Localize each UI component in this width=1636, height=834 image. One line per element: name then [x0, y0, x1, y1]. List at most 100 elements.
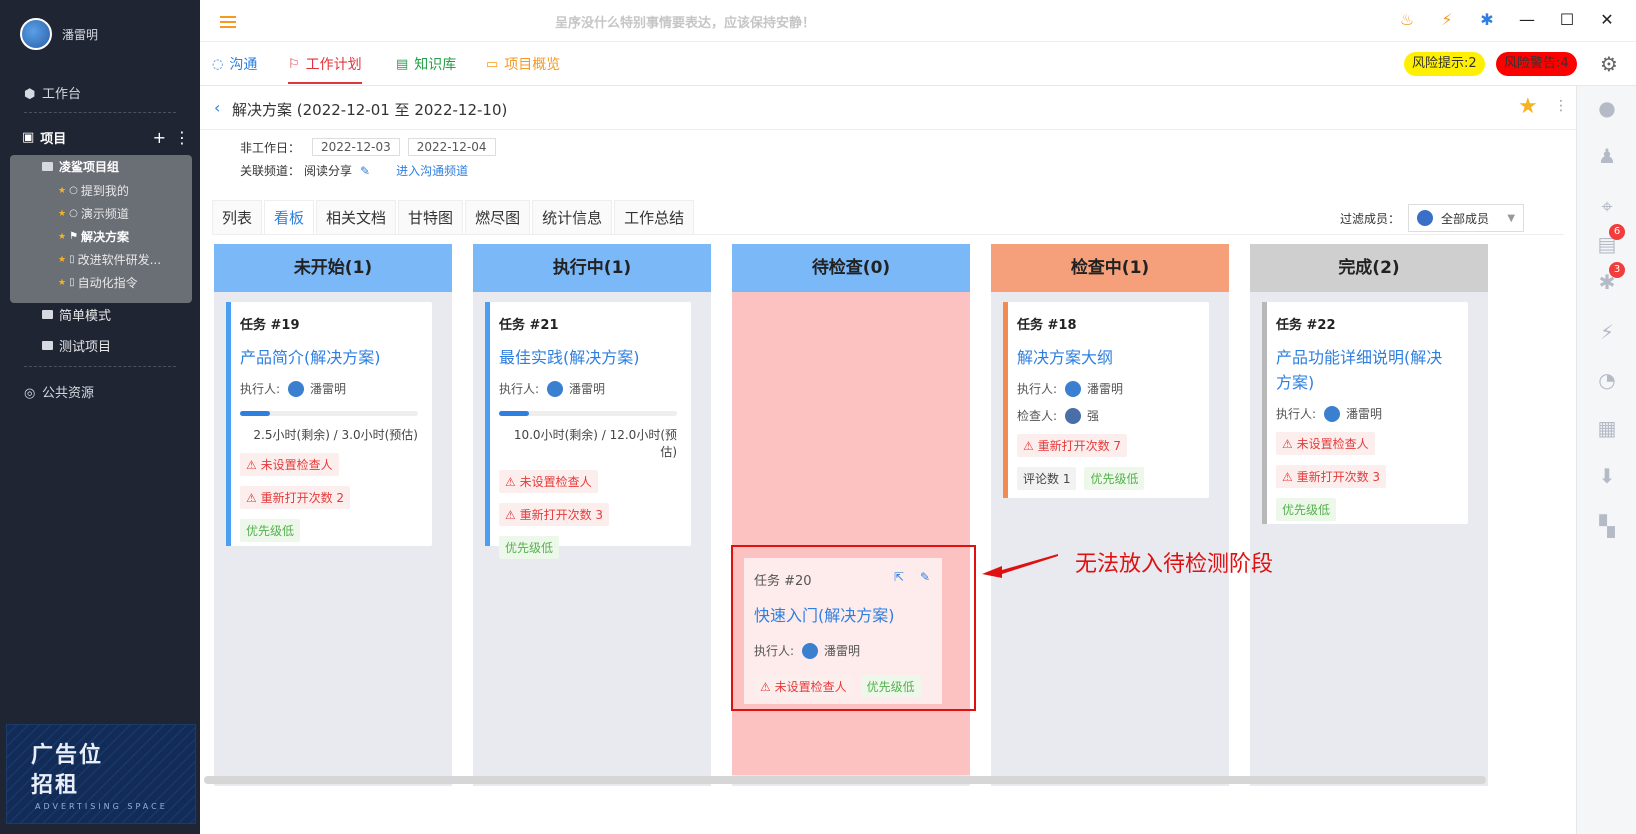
- tab-summary[interactable]: 工作总结: [614, 200, 695, 234]
- executor-name: 潘雷明: [1346, 407, 1383, 421]
- task-title[interactable]: 产品功能详细说明(解决方案): [1276, 345, 1454, 395]
- risk-tip-badge[interactable]: 风险提示:2: [1404, 52, 1485, 76]
- executor-row: 执行人: 潘雷明: [240, 380, 418, 397]
- task-id: 任务 #19: [240, 318, 300, 333]
- notification-badge: 6: [1609, 224, 1625, 240]
- warning-tag: ⚠ 重新打开次数 3: [1276, 465, 1387, 488]
- priority-tag: 优先级低: [499, 536, 560, 559]
- projects-header: ▣ 项目 + ⋮: [22, 128, 190, 147]
- executor-label: 执行人:: [499, 382, 540, 396]
- ad-banner[interactable]: 广告位 招租 ADVERTISING SPACE: [6, 724, 196, 824]
- warning-tag: ⚠ 未设置检查人: [1276, 432, 1375, 455]
- tab-label: 项目概览: [504, 57, 561, 73]
- minimize-icon[interactable]: —: [1518, 10, 1536, 29]
- more-icon[interactable]: ⋮: [1554, 98, 1568, 114]
- warning-tag: ⚠ 未设置检查人: [240, 453, 339, 476]
- checker-label: 检查人:: [1017, 409, 1058, 423]
- channel-link[interactable]: 进入沟通频道: [396, 162, 468, 179]
- user-name: 潘雷明: [62, 27, 99, 42]
- project-group-title[interactable]: 凌鲨项目组: [42, 158, 119, 175]
- page-header: ‹ 解决方案 (2022-12-01 至 2022-12-10) ★ ⋮: [200, 86, 1576, 130]
- bug-icon[interactable]: ✱: [1478, 10, 1496, 29]
- sidebar-item-test-project[interactable]: 测试项目: [42, 336, 111, 355]
- task-title[interactable]: 产品简介(解决方案): [240, 345, 418, 370]
- back-icon[interactable]: ‹: [214, 98, 220, 117]
- sidebar-item-public[interactable]: ◎ 公共资源: [24, 382, 94, 402]
- star-icon: ★: [58, 254, 67, 265]
- plug-icon[interactable]: ⚡: [1438, 10, 1456, 29]
- task-card[interactable]: 任务 #19 产品简介(解决方案) 执行人: 潘雷明 2.5小时(剩余) / 3…: [226, 302, 432, 546]
- hours-text: 2.5小时(剩余) / 3.0小时(预估): [253, 428, 418, 442]
- tab-chat[interactable]: ◌ 沟通: [212, 54, 257, 74]
- horizontal-scrollbar[interactable]: [204, 776, 1486, 784]
- apps-icon[interactable]: ▚: [1595, 514, 1619, 538]
- task-card[interactable]: 任务 #21 最佳实践(解决方案) 执行人: 潘雷明 10.0小时(剩余) / …: [485, 302, 691, 559]
- calendar-doc-icon[interactable]: ▦: [1595, 416, 1619, 440]
- checker-name: 强: [1087, 409, 1100, 423]
- doc-icon: ▯: [69, 254, 75, 265]
- tab-knowledge[interactable]: ▤ 知识库: [396, 54, 456, 74]
- tab-overview[interactable]: ▭ 项目概览: [486, 54, 560, 74]
- column-header: 完成(2): [1250, 244, 1488, 292]
- user-profile[interactable]: 潘雷明: [20, 18, 98, 50]
- member-filter-select[interactable]: 全部成员 ▼: [1408, 204, 1525, 232]
- tab-burndown[interactable]: 燃尽图: [465, 200, 531, 234]
- task-card[interactable]: 任务 #18 解决方案大纲 执行人: 潘雷明 检查人: 强 ⚠ 重新打开次数 7…: [1003, 302, 1209, 498]
- warning-tag: ⚠ 未设置检查人: [499, 470, 598, 493]
- executor-label: 执行人:: [240, 382, 281, 396]
- sidebar-item-label: 改进软件研发...: [77, 253, 162, 267]
- progress-fill: [240, 411, 271, 416]
- tab-work-plan[interactable]: ⚐ 工作计划: [288, 54, 362, 84]
- warning-tag: ⚠ 重新打开次数 7: [1017, 434, 1128, 457]
- sidebar-item-label: 演示频道: [80, 207, 129, 221]
- sidebar-item-demo-channel[interactable]: ★ ○ 演示频道: [58, 205, 129, 222]
- member-icon[interactable]: ♟: [1595, 144, 1619, 168]
- sidebar-item-label: 解决方案: [81, 230, 130, 244]
- risk-warning-badge[interactable]: 风险警告:4: [1496, 52, 1577, 76]
- tab-docs[interactable]: 相关文档: [316, 200, 397, 234]
- task-id: 任务 #18: [1017, 318, 1077, 333]
- sidebar-item-solution[interactable]: ★ ⚑ 解决方案: [58, 228, 129, 245]
- bulb-icon[interactable]: ♨: [1398, 10, 1416, 29]
- executor-name: 潘雷明: [310, 382, 347, 396]
- avatar[interactable]: [20, 18, 52, 50]
- location-icon[interactable]: ⌖: [1595, 194, 1619, 218]
- plug-icon[interactable]: ⚡: [1595, 320, 1619, 344]
- project-nav: ◌ 沟通 ⚐ 工作计划 ▤ 知识库 ▭ 项目概览 风险提示:2 风险警告:4 ⚙: [200, 42, 1636, 86]
- sidebar-item-mentions[interactable]: ★ ○ 提到我的: [58, 182, 129, 199]
- menu-icon[interactable]: [220, 16, 236, 28]
- executor-label: 执行人:: [1017, 382, 1058, 396]
- more-icon[interactable]: ⋮: [174, 128, 190, 147]
- ad-line3: ADVERTISING SPACE: [35, 802, 168, 811]
- column-header: 执行中(1): [473, 244, 711, 292]
- sidebar-item-automation[interactable]: ★ ▯ 自动化指令: [58, 274, 138, 291]
- chat-icon: ◌: [212, 56, 224, 72]
- task-card[interactable]: 任务 #22 产品功能详细说明(解决方案) 执行人: 潘雷明 ⚠ 未设置检查人 …: [1262, 302, 1468, 524]
- sidebar-item-improve[interactable]: ★ ▯ 改进软件研发...: [58, 251, 161, 268]
- tab-kanban[interactable]: 看板: [264, 200, 315, 234]
- tab-gantt[interactable]: 甘特图: [398, 200, 464, 234]
- sidebar-item-simple-mode[interactable]: 简单模式: [42, 305, 111, 324]
- task-title[interactable]: 解决方案大纲: [1017, 345, 1195, 370]
- tab-stats[interactable]: 统计信息: [532, 200, 613, 234]
- maximize-icon[interactable]: ☐: [1558, 10, 1576, 29]
- sidebar-item-label: 提到我的: [80, 184, 129, 198]
- task-title[interactable]: 最佳实践(解决方案): [499, 345, 677, 370]
- avatar: [547, 380, 564, 397]
- avatar: [288, 380, 305, 397]
- close-icon[interactable]: ✕: [1598, 10, 1616, 29]
- gear-icon[interactable]: ⚙: [1600, 52, 1618, 76]
- sidebar-item-workbench[interactable]: ⬢ 工作台: [24, 83, 81, 103]
- filter-value: 全部成员: [1441, 211, 1490, 226]
- folder-icon: [42, 341, 53, 350]
- favorite-star-icon[interactable]: ★: [1518, 94, 1538, 119]
- folder-icon: [42, 310, 53, 319]
- add-project-icon[interactable]: +: [153, 128, 166, 147]
- download-box-icon[interactable]: ⬇: [1595, 464, 1619, 488]
- checker-row: 检查人: 强: [1017, 407, 1195, 424]
- tab-list[interactable]: 列表: [212, 200, 263, 234]
- edit-icon[interactable]: ✎: [360, 164, 370, 178]
- warning-tag: ⚠ 重新打开次数 2: [240, 486, 351, 509]
- pie-chart-icon[interactable]: ◔: [1595, 368, 1619, 392]
- bulb-icon[interactable]: ●: [1595, 96, 1619, 120]
